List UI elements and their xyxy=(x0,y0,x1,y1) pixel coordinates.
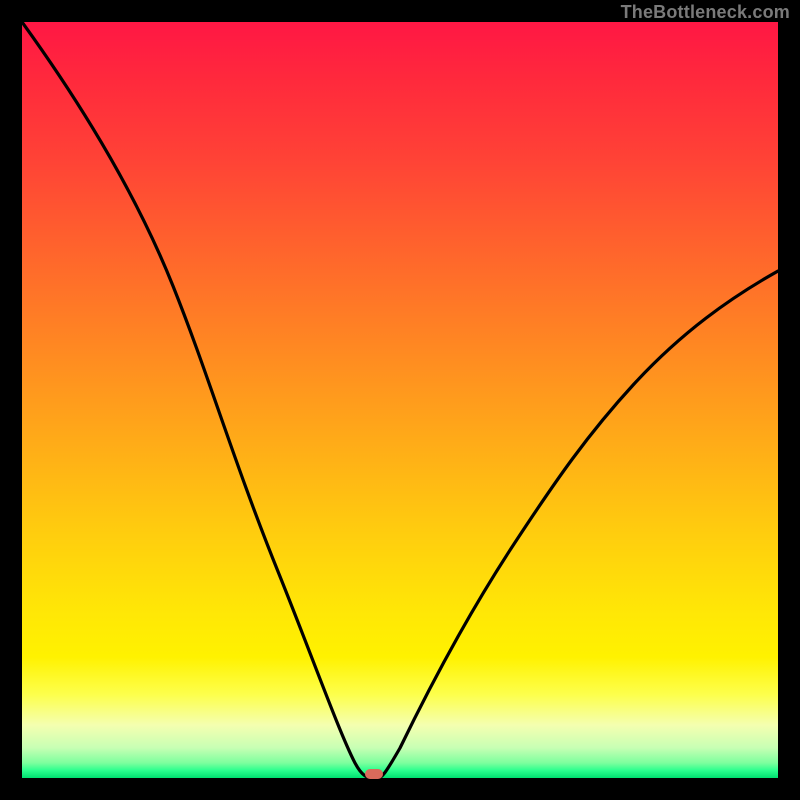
bottleneck-chart: TheBottleneck.com xyxy=(0,0,800,800)
optimal-marker xyxy=(365,769,383,779)
watermark-text: TheBottleneck.com xyxy=(621,2,790,23)
plot-gradient-background xyxy=(22,22,778,778)
